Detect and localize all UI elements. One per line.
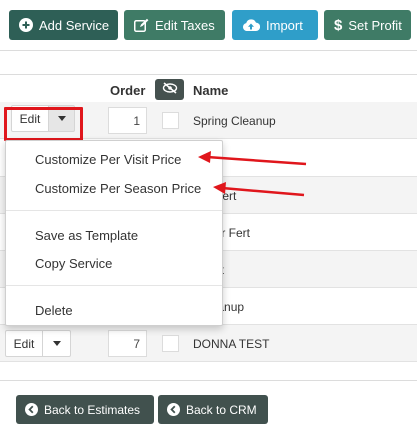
- back-to-crm-label: Back to CRM: [186, 402, 257, 417]
- row-edit-button[interactable]: Edit: [5, 330, 43, 357]
- menu-item-copy-service[interactable]: Copy Service: [6, 251, 222, 275]
- back-to-estimates-button[interactable]: Back to Estimates: [16, 395, 154, 424]
- import-label: Import: [266, 17, 303, 33]
- add-service-label: Add Service: [39, 17, 110, 33]
- table-row: Edit 7 DONNA TEST: [0, 325, 417, 362]
- spacer-row: [0, 50, 417, 75]
- menu-item-save-as-template[interactable]: Save as Template: [6, 223, 222, 247]
- set-profit-button[interactable]: $ Set Profit: [324, 10, 411, 40]
- order-column-header: Order: [110, 83, 146, 98]
- edit-icon: [134, 18, 149, 32]
- menu-divider: [6, 285, 222, 286]
- back-to-crm-button[interactable]: Back to CRM: [158, 395, 268, 424]
- footer-bar: Back to Estimates Back to CRM: [0, 380, 417, 438]
- chevron-left-circle-icon: [25, 403, 38, 416]
- back-to-estimates-label: Back to Estimates: [44, 402, 141, 417]
- cloud-upload-icon: [242, 18, 260, 32]
- service-name: Spring Cleanup: [193, 114, 276, 128]
- edit-dropdown-menu: Customize Per Visit Price Customize Per …: [5, 140, 223, 326]
- hide-toggle-button[interactable]: [155, 79, 184, 100]
- plus-circle-icon: [19, 18, 33, 32]
- edit-taxes-label: Edit Taxes: [155, 17, 215, 33]
- menu-item-customize-per-visit-price[interactable]: Customize Per Visit Price: [6, 147, 222, 171]
- menu-divider: [6, 210, 222, 211]
- add-service-button[interactable]: Add Service: [9, 10, 118, 40]
- order-input[interactable]: 1: [108, 107, 147, 134]
- toolbar: Add Service Edit Taxes Import $ Set Prof…: [0, 0, 417, 50]
- set-profit-label: Set Profit: [348, 17, 402, 33]
- import-button[interactable]: Import: [232, 10, 318, 40]
- row-checkbox[interactable]: [162, 112, 179, 129]
- dollar-icon: $: [334, 16, 343, 34]
- order-input[interactable]: 7: [108, 330, 147, 357]
- chevron-left-circle-icon: [167, 403, 180, 416]
- edit-taxes-button[interactable]: Edit Taxes: [124, 10, 225, 40]
- table-header: Order Name: [0, 76, 417, 102]
- menu-item-delete[interactable]: Delete: [6, 298, 222, 322]
- name-column-header: Name: [193, 83, 229, 98]
- service-name: DONNA TEST: [193, 337, 270, 351]
- highlight-box: [4, 107, 83, 141]
- row-edit-split-button: Edit: [5, 330, 71, 357]
- caret-down-icon: [52, 341, 61, 346]
- row-edit-dropdown-toggle[interactable]: [43, 330, 71, 357]
- eye-slash-icon: [162, 81, 178, 99]
- row-checkbox[interactable]: [162, 335, 179, 352]
- menu-item-customize-per-season-price[interactable]: Customize Per Season Price: [6, 176, 222, 200]
- service-list-page: Add Service Edit Taxes Import $ Set Prof…: [0, 0, 417, 438]
